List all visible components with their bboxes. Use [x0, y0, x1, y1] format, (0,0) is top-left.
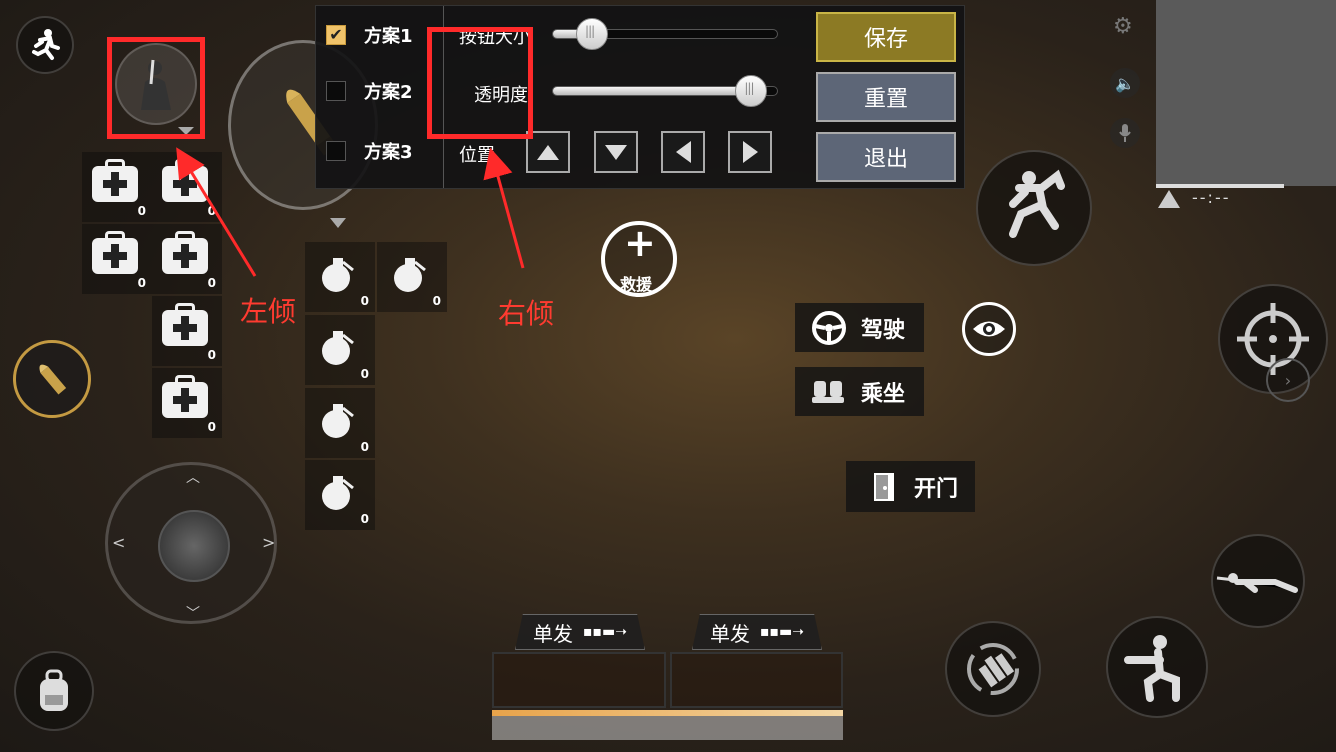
annotation-arrows	[176, 147, 525, 277]
left-lean-annotation: 左倾	[240, 295, 297, 328]
right-lean-annotation: 右倾	[498, 297, 555, 330]
